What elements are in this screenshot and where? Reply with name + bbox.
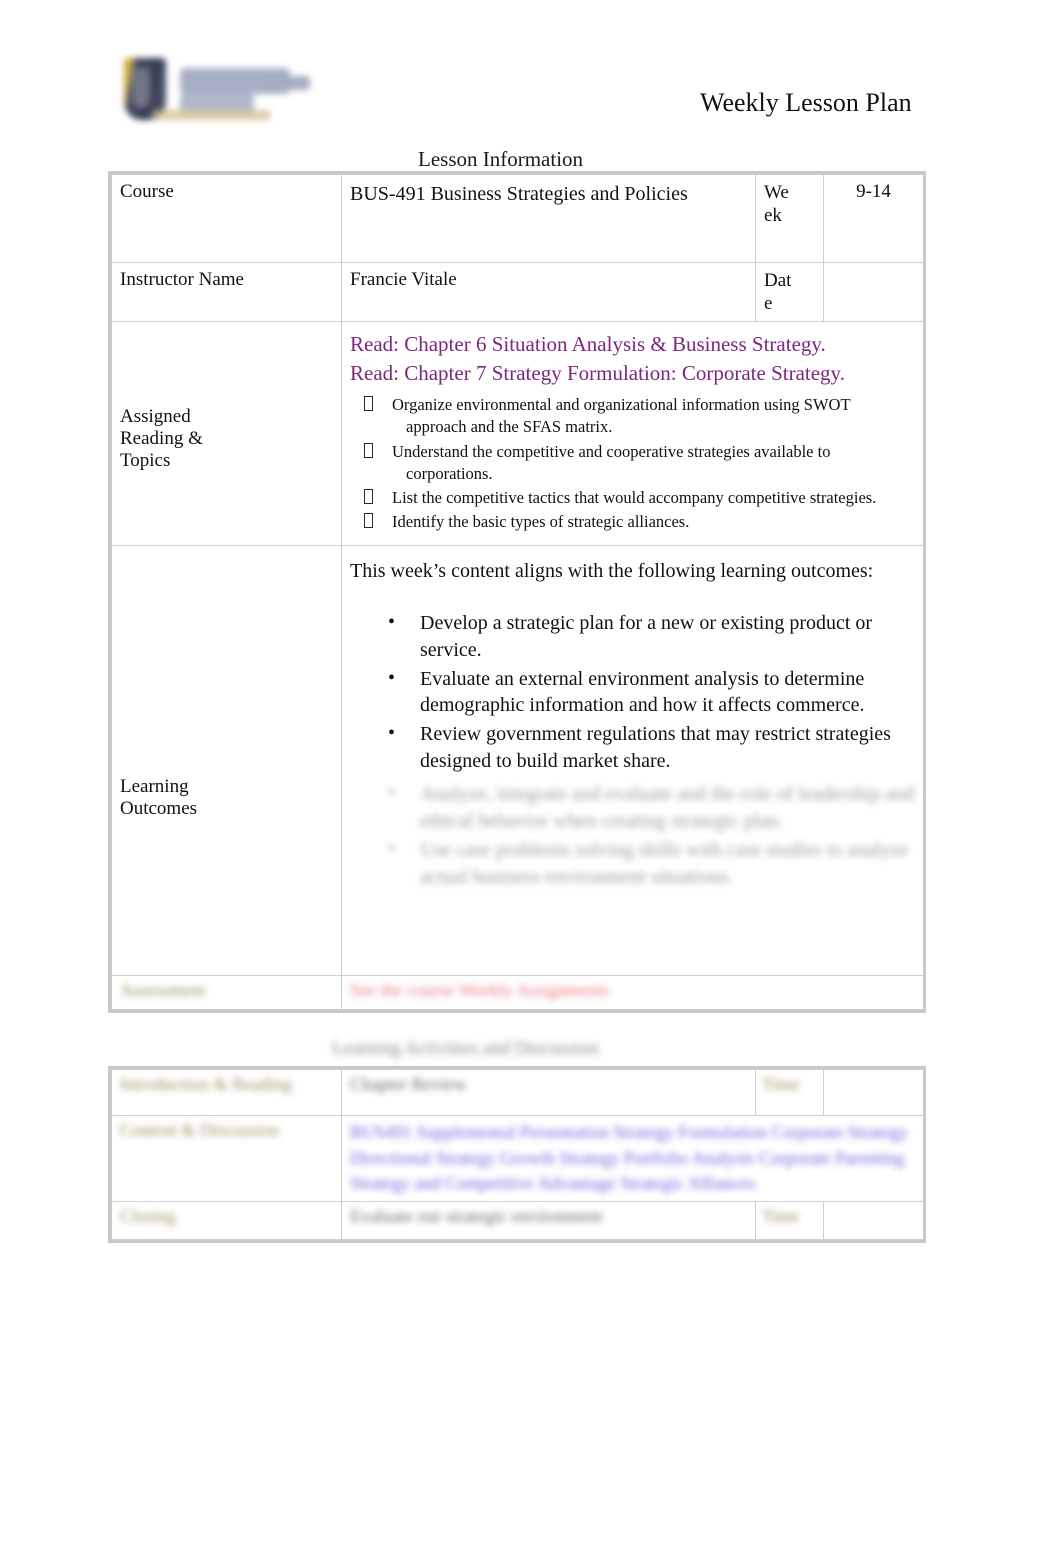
list-item: Develop a strategic plan for a new or ex… — [350, 609, 915, 664]
page-header: Weekly Lesson Plan — [0, 0, 1062, 150]
learning-activities-table: Introduction & Reading Chapter Review Ti… — [111, 1069, 924, 1240]
table-row-closing: Closing Evaluate our strategic environme… — [111, 1200, 924, 1240]
reading-line-2: Read: Chapter 7 Strategy Formulation: Co… — [350, 361, 845, 386]
date-label: Dat e — [755, 261, 824, 323]
course-label: Course — [111, 174, 342, 263]
table-row-introduction: Introduction & Reading Chapter Review Ti… — [111, 1069, 924, 1116]
topic-line-2: corporations. — [406, 463, 493, 483]
introduction-value-text: Chapter Review — [350, 1074, 467, 1094]
learning-outcomes-label: Learning Outcomes — [111, 544, 342, 976]
closing-value: Evaluate our strategic environment — [341, 1200, 756, 1240]
table-row-course: Course BUS-491 Business Strategies and P… — [111, 174, 924, 263]
closing-label: Closing — [111, 1200, 342, 1240]
lesson-information-table: Course BUS-491 Business Strategies and P… — [111, 174, 924, 1010]
table-row-assigned-reading: Assigned Reading & Topics Read: Chapter … — [111, 321, 924, 546]
date-value — [823, 261, 924, 323]
learning-activities-caption: Learning Activities and Discussion — [332, 1038, 599, 1059]
list-item: Analyze, integrate and evaluate and the … — [350, 780, 915, 835]
topic-line-1: List the competitive tactics that would … — [392, 487, 877, 507]
instructor-value: Francie Vitale — [341, 261, 756, 323]
introduction-time-label: Time — [755, 1069, 824, 1116]
list-item: List the competitive tactics that would … — [350, 487, 915, 509]
list-item: Use case problems solving skills with ca… — [350, 836, 915, 891]
bullet-box-icon — [364, 396, 373, 412]
introduction-value: Chapter Review — [341, 1069, 756, 1116]
course-name-text: BUS-491 Business Strategies and Policies — [350, 183, 688, 205]
assigned-reading-content: Read: Chapter 6 Situation Analysis & Bus… — [341, 321, 924, 546]
learning-outcomes-obscured-list: Analyze, integrate and evaluate and the … — [350, 780, 915, 892]
list-item: Understand the competitive and cooperati… — [350, 441, 915, 485]
topic-line-2: approach and the SFAS matrix. — [406, 417, 613, 437]
course-value: BUS-491 Business Strategies and Policies — [341, 174, 756, 263]
closing-value-text: Evaluate our strategic environment — [350, 1205, 603, 1226]
assessment-value: See the course Weekly Assignments — [341, 974, 924, 1010]
learning-outcomes-intro: This week’s content aligns with the foll… — [350, 559, 874, 582]
assigned-topics-list: Organize environmental and organizationa… — [350, 394, 915, 533]
logo-wordmark-line-4 — [152, 110, 270, 120]
assessment-value-text: See the course Weekly Assignments — [350, 979, 610, 1000]
lesson-information-table-frame: Course BUS-491 Business Strategies and P… — [108, 171, 926, 1013]
introduction-label: Introduction & Reading — [111, 1069, 342, 1116]
assessment-label-text: Assessment — [120, 979, 205, 1000]
content-discussion-label: Content & Discussion — [111, 1115, 342, 1202]
bullet-box-icon — [364, 512, 373, 528]
bullet-box-icon — [364, 488, 373, 504]
topic-line-1: Organize environmental and organizationa… — [392, 395, 851, 415]
bullet-box-icon — [364, 442, 373, 458]
topic-line-1: Understand the competitive and cooperati… — [392, 441, 831, 461]
introduction-time-label-text: Time — [762, 1074, 800, 1094]
week-label: We ek — [755, 174, 824, 263]
table-row-instructor: Instructor Name Francie Vitale Dat e — [111, 261, 924, 323]
instructor-label: Instructor Name — [111, 261, 342, 323]
learning-activities-table-frame: Introduction & Reading Chapter Review Ti… — [108, 1066, 926, 1243]
content-discussion-value: BUS491 Supplemental Presentation Strateg… — [341, 1115, 924, 1202]
table-row-learning-outcomes: Learning Outcomes This week’s content al… — [111, 544, 924, 976]
list-item: Identify the basic types of strategic al… — [350, 511, 915, 533]
university-logo — [118, 52, 318, 130]
introduction-label-text: Introduction & Reading — [120, 1074, 292, 1094]
closing-time-label: Time — [755, 1200, 824, 1240]
lesson-information-caption: Lesson Information — [418, 147, 584, 171]
learning-outcomes-list: Develop a strategic plan for a new or ex… — [350, 609, 915, 775]
closing-time-value — [823, 1200, 924, 1240]
page-title: Weekly Lesson Plan — [700, 88, 912, 117]
content-discussion-links[interactable]: BUS491 Supplemental Presentation Strateg… — [350, 1122, 908, 1193]
topic-line-1: Identify the basic types of strategic al… — [392, 511, 690, 531]
introduction-time-value — [823, 1069, 924, 1116]
closing-time-label-text: Time — [762, 1205, 800, 1226]
table-row-content-discussion: Content & Discussion BUS491 Supplemental… — [111, 1115, 924, 1202]
closing-label-text: Closing — [120, 1205, 177, 1226]
week-value: 9-14 — [823, 174, 924, 263]
logo-wordmark-line-3 — [264, 76, 310, 90]
table-row-assessment: Assessment See the course Weekly Assignm… — [111, 974, 924, 1010]
learning-outcomes-content: This week’s content aligns with the foll… — [341, 544, 924, 976]
assigned-reading-label: Assigned Reading & Topics — [111, 321, 342, 546]
content-discussion-label-text: Content & Discussion — [120, 1120, 280, 1140]
list-item: Organize environmental and organizationa… — [350, 394, 915, 438]
lesson-plan-page: Weekly Lesson Plan Lesson Information Co… — [0, 0, 1062, 1561]
assessment-label: Assessment — [111, 974, 342, 1010]
reading-line-1: Read: Chapter 6 Situation Analysis & Bus… — [350, 332, 826, 357]
list-item: Evaluate an external environment analysi… — [350, 665, 915, 720]
list-item: Review government regulations that may r… — [350, 720, 915, 775]
